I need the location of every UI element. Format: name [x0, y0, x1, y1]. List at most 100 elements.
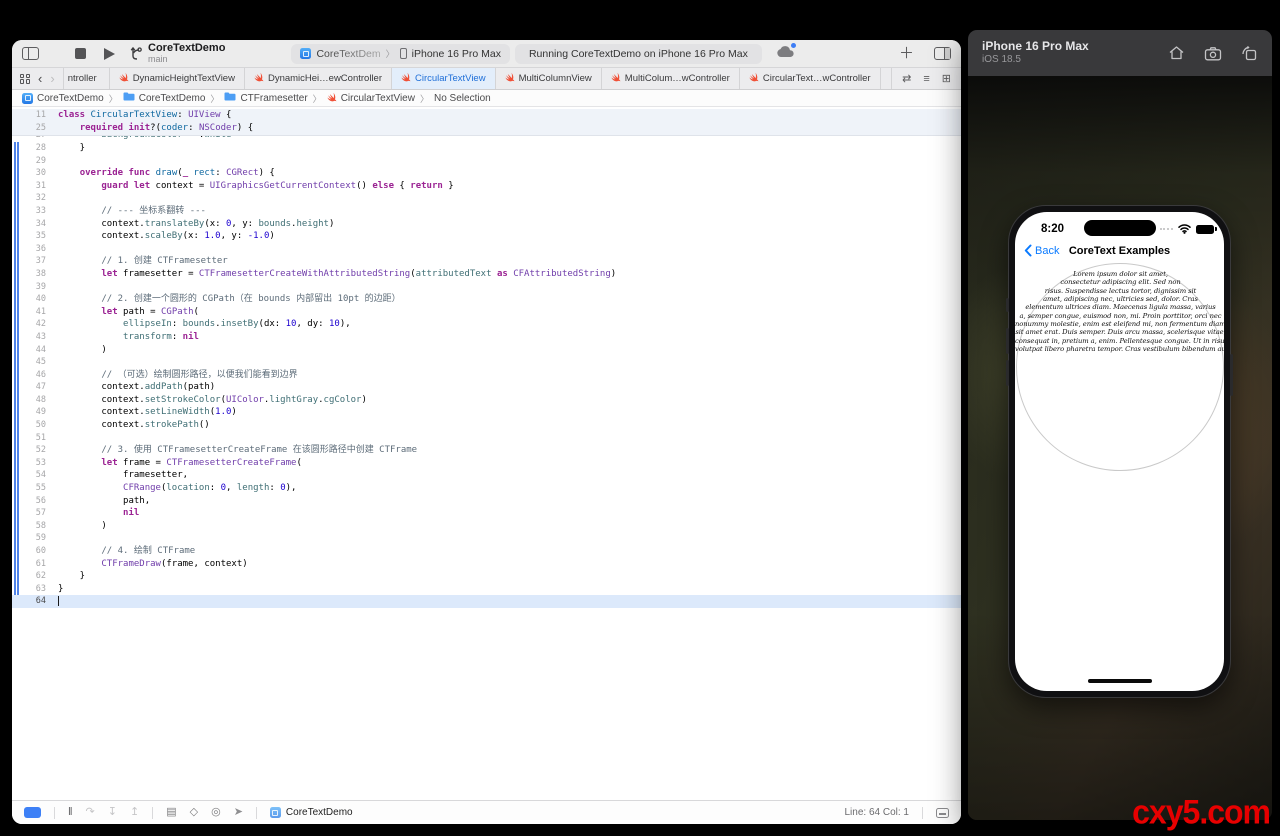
scheme-destination-pill[interactable]: CoreTextDem 〉 iPhone 16 Pro Max — [291, 44, 510, 64]
step-into-icon[interactable]: ↧ — [108, 807, 117, 818]
circular-text-block: Lorem ipsum dolor sit amet,consectetur a… — [1015, 270, 1224, 353]
code-line-43[interactable]: 43 transform: nil — [12, 331, 961, 344]
step-over-icon[interactable]: ↷ — [86, 807, 95, 818]
code-line-11[interactable]: 11class CircularTextView: UIView { — [12, 109, 961, 122]
code-line-32[interactable]: 32 — [12, 192, 961, 205]
step-out-icon[interactable]: ↥ — [130, 807, 139, 818]
code-line-25[interactable]: 25 required init?(coder: NSCoder) { — [12, 122, 961, 135]
code-line-63[interactable]: 63} — [12, 583, 961, 596]
breadcrumb-item[interactable]: CoreTextDemo — [22, 93, 104, 104]
sticky-scope-header[interactable]: 11class CircularTextView: UIView {25 req… — [12, 109, 961, 135]
line-col-indicator[interactable]: Line: 64 Col: 1 — [845, 807, 910, 818]
code-line-48[interactable]: 48 context.setStrokeColor(UIColor.lightG… — [12, 394, 961, 407]
code-line-61[interactable]: 61 CTFrameDraw(frame, context) — [12, 558, 961, 571]
code-line-41[interactable]: 41 let path = CGPath( — [12, 306, 961, 319]
code-line-49[interactable]: 49 context.setLineWidth(1.0) — [12, 406, 961, 419]
add-editor-icon[interactable]: ⊞ — [942, 72, 951, 85]
code-line-45[interactable]: 45 — [12, 356, 961, 369]
breadcrumb-item[interactable]: No Selection — [434, 93, 491, 104]
code-line-46[interactable]: 46 // （可选）绘制圆形路径，以便我们能看到边界 — [12, 369, 961, 382]
tab-overview-icon[interactable] — [20, 74, 30, 84]
code-line-35[interactable]: 35 context.scaleBy(x: 1.0, y: -1.0) — [12, 230, 961, 243]
tab-dynamichei-ewcontroller[interactable]: DynamicHei…ewController — [245, 68, 392, 89]
power-button[interactable] — [1230, 354, 1233, 396]
code-line-50[interactable]: 50 context.strokePath() — [12, 419, 961, 432]
pause-icon[interactable]: ‖ — [68, 807, 73, 818]
folder-icon — [224, 92, 236, 104]
scheme-title-block[interactable]: CoreTextDemo main — [129, 43, 225, 64]
code-line-52[interactable]: 52 // 3. 使用 CTFramesetterCreateFrame 在该圆… — [12, 444, 961, 457]
run-button[interactable] — [104, 48, 115, 60]
code-line-29[interactable]: 29 — [12, 155, 961, 168]
breadcrumb-item[interactable]: CircularTextView — [327, 92, 415, 105]
tab-circulartext-wcontroller[interactable]: CircularText…wController — [740, 68, 881, 89]
simulator-titlebar[interactable]: iPhone 16 Pro Max iOS 18.5 — [968, 30, 1272, 76]
tab-ntroller[interactable]: ntroller — [64, 68, 110, 89]
code-line-37[interactable]: 37 // 1. 创建 CTFramesetter — [12, 255, 961, 268]
simulator-os-version: iOS 18.5 — [982, 54, 1089, 66]
code-line-38[interactable]: 38 let framesetter = CTFramesetterCreate… — [12, 268, 961, 281]
scheme-name: CoreTextDem — [316, 48, 380, 60]
tab-circulartextview[interactable]: CircularTextView — [392, 68, 496, 89]
dynamic-island — [1084, 220, 1156, 236]
swift-file-icon — [611, 72, 621, 85]
code-line-27[interactable]: 27 backgroundColor = .white — [12, 135, 961, 142]
tab-multicolum-wcontroller[interactable]: MultiColum…wController — [602, 68, 740, 89]
code-line-34[interactable]: 34 context.translateBy(x: 0, y: bounds.h… — [12, 218, 961, 231]
breadcrumb-item[interactable]: CoreTextDemo — [123, 92, 206, 104]
stop-button[interactable] — [75, 48, 86, 59]
memory-graph-icon[interactable]: ◇ — [190, 807, 198, 818]
editor-options-icon[interactable] — [936, 808, 949, 818]
code-line-56[interactable]: 56 path, — [12, 495, 961, 508]
split-editor-icon[interactable] — [934, 47, 951, 60]
code-line-54[interactable]: 54 framesetter, — [12, 469, 961, 482]
add-tab-icon[interactable]: ＋ — [899, 46, 914, 61]
code-line-59[interactable]: 59 — [12, 532, 961, 545]
hide-debug-area-button[interactable] — [24, 807, 41, 818]
volume-up-button[interactable] — [1006, 328, 1009, 354]
code-line-36[interactable]: 36 — [12, 243, 961, 256]
rotate-device-icon[interactable] — [1241, 45, 1258, 61]
code-line-60[interactable]: 60 // 4. 绘制 CTFrame — [12, 545, 961, 558]
environment-overrides-icon[interactable]: ◎ — [211, 807, 221, 818]
running-process[interactable]: CoreTextDemo — [270, 807, 353, 818]
view-hierarchy-icon[interactable]: ▤ — [166, 807, 176, 818]
go-forward-icon[interactable]: › — [50, 72, 54, 85]
home-indicator[interactable] — [1088, 679, 1152, 683]
simulate-location-icon[interactable]: ➤ — [234, 807, 243, 818]
chevron-right-icon: 〉 — [313, 92, 322, 105]
source-editor[interactable]: 27 backgroundColor = .white 11class Circ… — [12, 107, 961, 800]
code-line-33[interactable]: 33 // --- 坐标系翻转 --- — [12, 205, 961, 218]
screenshot-camera-icon[interactable] — [1204, 46, 1222, 61]
code-line-64[interactable]: 64 — [12, 595, 961, 608]
cloud-sync-icon[interactable] — [776, 45, 795, 63]
toggle-navigator-icon[interactable] — [22, 47, 39, 60]
go-back-icon[interactable]: ‹ — [38, 72, 42, 85]
code-line-28[interactable]: 28 } — [12, 142, 961, 155]
code-line-40[interactable]: 40 // 2. 创建一个圆形的 CGPath（在 bounds 内部留出 10… — [12, 293, 961, 306]
code-line-62[interactable]: 62 } — [12, 570, 961, 583]
breadcrumb-item[interactable]: CTFramesetter — [224, 92, 307, 104]
code-line-55[interactable]: 55 CFRange(location: 0, length: 0), — [12, 482, 961, 495]
code-line-44[interactable]: 44 ) — [12, 344, 961, 357]
code-line-51[interactable]: 51 — [12, 432, 961, 445]
debug-bar: ‖ ↷ ↧ ↥ ▤ ◇ ◎ ➤ CoreTextDemo Line: 64 Col: 1 — [12, 800, 961, 824]
home-icon[interactable] — [1168, 45, 1185, 61]
volume-down-button[interactable] — [1006, 360, 1009, 386]
code-line-30[interactable]: 30 override func draw(_ rect: CGRect) { — [12, 167, 961, 180]
minimap-icon[interactable]: ≡ — [923, 73, 929, 85]
code-line-57[interactable]: 57 nil — [12, 507, 961, 520]
code-line-31[interactable]: 31 guard let context = UIGraphicsGetCurr… — [12, 180, 961, 193]
code-line-42[interactable]: 42 ellipseIn: bounds.insetBy(dx: 10, dy:… — [12, 318, 961, 331]
code-line-58[interactable]: 58 ) — [12, 520, 961, 533]
related-items-icon[interactable]: ⇄ — [902, 72, 911, 85]
iphone-screen[interactable]: 8:20 Back CoreText — [1015, 212, 1224, 691]
code-line-39[interactable]: 39 — [12, 281, 961, 294]
action-button[interactable] — [1006, 298, 1009, 312]
tab-multicolumnview[interactable]: MultiColumnView — [496, 68, 602, 89]
chevron-right-icon: 〉 — [386, 47, 395, 60]
tab-dynamicheighttextview[interactable]: DynamicHeightTextView — [110, 68, 245, 89]
code-line-47[interactable]: 47 context.addPath(path) — [12, 381, 961, 394]
code-line-53[interactable]: 53 let frame = CTFramesetterCreateFrame( — [12, 457, 961, 470]
swift-file-icon — [119, 72, 129, 85]
